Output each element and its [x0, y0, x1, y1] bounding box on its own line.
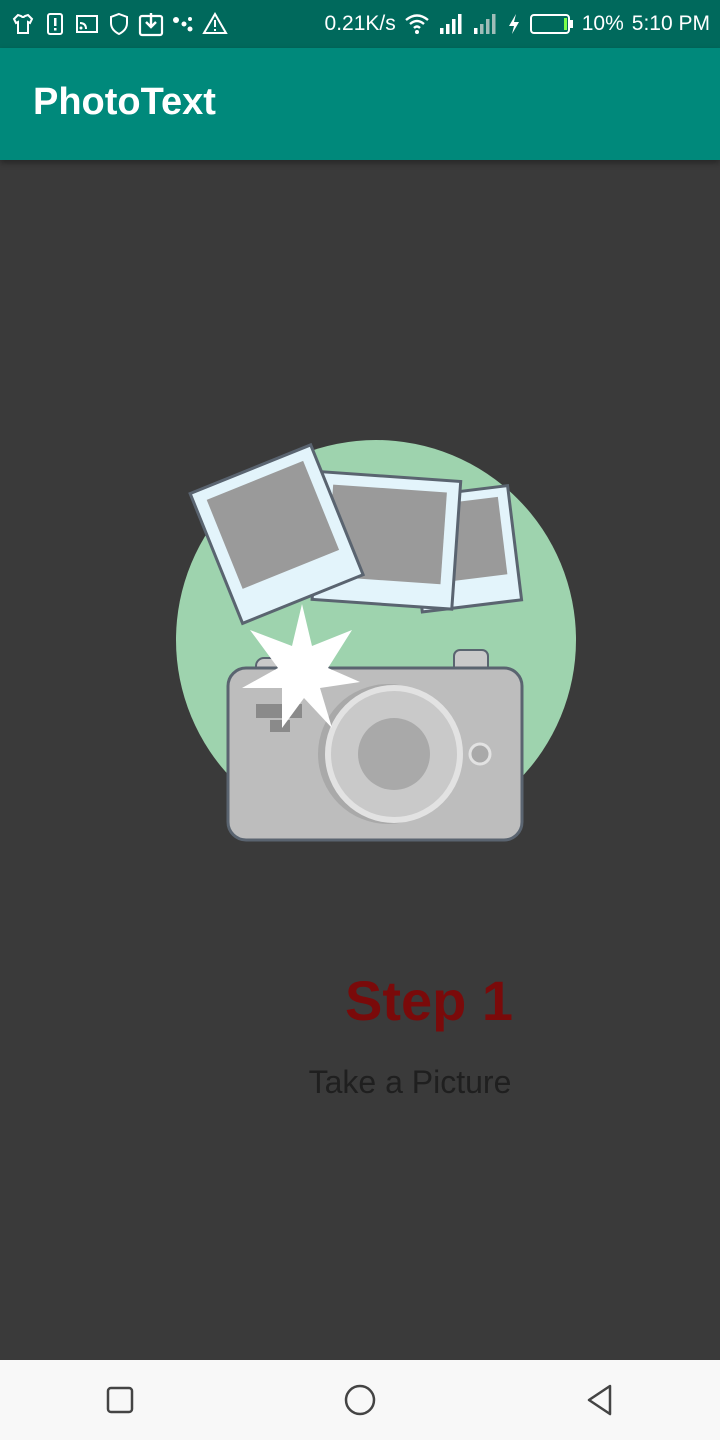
recents-button[interactable]	[90, 1370, 150, 1430]
back-triangle-icon	[587, 1384, 612, 1416]
status-bar: 0.21K/s 10% 5:10 PM	[0, 0, 720, 48]
battery-icon	[529, 14, 573, 34]
navigation-bar	[0, 1360, 720, 1440]
home-button[interactable]	[330, 1370, 390, 1430]
cast-icon	[76, 15, 98, 33]
square-icon	[106, 1386, 134, 1414]
signal-weak-icon	[473, 14, 496, 34]
system-status: 0.21K/s 10% 5:10 PM	[325, 0, 710, 48]
warning-icon	[202, 12, 228, 34]
download-icon	[138, 13, 164, 37]
step-subtitle: Take a Picture	[308, 1064, 512, 1100]
back-button[interactable]	[570, 1370, 630, 1430]
onboarding-content: Step 1 Take a Picture	[0, 160, 720, 1360]
clock: 5:10 PM	[631, 12, 710, 35]
app-title: PhotoText	[33, 81, 216, 123]
network-speed: 0.21K/s	[324, 12, 396, 35]
charging-icon	[508, 14, 519, 34]
alert-card-icon	[47, 13, 63, 35]
camera-with-photos-illustration	[176, 440, 576, 842]
shield-icon	[110, 12, 128, 36]
step-title: Step 1	[344, 969, 514, 1032]
app-bar: PhotoText	[0, 48, 720, 160]
dots-icon	[173, 17, 193, 32]
shirt-icon	[12, 13, 34, 34]
wifi-icon	[404, 14, 429, 34]
notification-icons	[10, 10, 228, 38]
battery-percent: 10%	[581, 12, 624, 35]
circle-icon	[344, 1384, 376, 1416]
signal-icon	[439, 14, 462, 34]
